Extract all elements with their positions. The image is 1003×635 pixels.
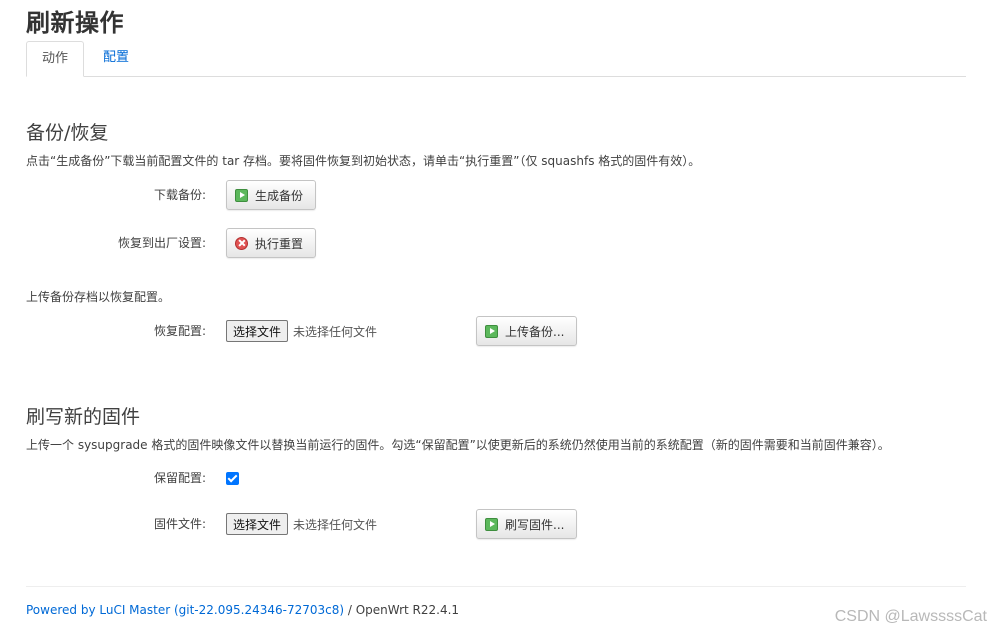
keep-settings-label: 保留配置: (153, 471, 206, 485)
keep-settings-checkbox[interactable] (226, 472, 239, 485)
footer-divider (26, 586, 966, 587)
watermark: CSDN @Lawssss­Cat (834, 608, 987, 625)
upload-backup-button[interactable]: 上传备份... (476, 316, 578, 346)
footer: Powered by LuCI Master (git-22.095.24346… (26, 603, 459, 617)
flash-section-description: 上传一个 sysupgrade 格式的固件映像文件以替换当前运行的固件。勾选“保… (26, 438, 890, 452)
firmware-file-status: 未选择任何文件 (293, 517, 378, 532)
restore-file-input: 选择文件 未选择任何文件 (226, 319, 377, 343)
flash-image-button-label: 刷写固件... (505, 517, 565, 532)
tab-actions[interactable]: 动作 (26, 41, 84, 77)
perform-reset-button[interactable]: 执行重置 (226, 228, 317, 258)
backup-section-title: 备份/恢复 (26, 122, 109, 144)
download-backup-label: 下载备份: (153, 188, 206, 202)
firmware-file-input: 选择文件 未选择任何文件 (226, 512, 377, 536)
upload-backup-button-label: 上传备份... (505, 324, 565, 339)
flash-section-title: 刷写新的固件 (26, 406, 141, 428)
luci-link[interactable]: Powered by LuCI Master (git-22.095.24346… (26, 603, 344, 617)
play-icon (235, 188, 248, 202)
tab-configuration[interactable]: 配置 (88, 41, 144, 77)
play-icon (485, 517, 498, 531)
perform-reset-button-label: 执行重置 (255, 236, 304, 251)
choose-firmware-file-button[interactable]: 选择文件 (226, 513, 289, 535)
factory-reset-label: 恢复到出厂设置: (117, 236, 206, 250)
backup-section-description: 点击“生成备份”下载当前配置文件的 tar 存档。要将固件恢复到初始状态，请单击… (26, 154, 701, 168)
generate-backup-button-label: 生成备份 (255, 188, 304, 203)
cancel-icon (235, 236, 248, 250)
play-icon (485, 324, 498, 338)
page-title: 刷新操作 (26, 9, 124, 37)
restore-config-label: 恢复配置: (153, 324, 206, 338)
choose-backup-file-button[interactable]: 选择文件 (226, 320, 289, 342)
flash-image-button[interactable]: 刷写固件... (476, 509, 578, 539)
firmware-file-label: 固件文件: (153, 517, 206, 531)
tab-bar: 动作 配置 (26, 41, 966, 77)
openwrt-version: / OpenWrt R22.4.1 (344, 603, 460, 617)
upload-backup-description: 上传备份存档以恢复配置。 (26, 290, 171, 304)
backup-file-status: 未选择任何文件 (293, 324, 378, 339)
generate-backup-button[interactable]: 生成备份 (226, 180, 317, 210)
